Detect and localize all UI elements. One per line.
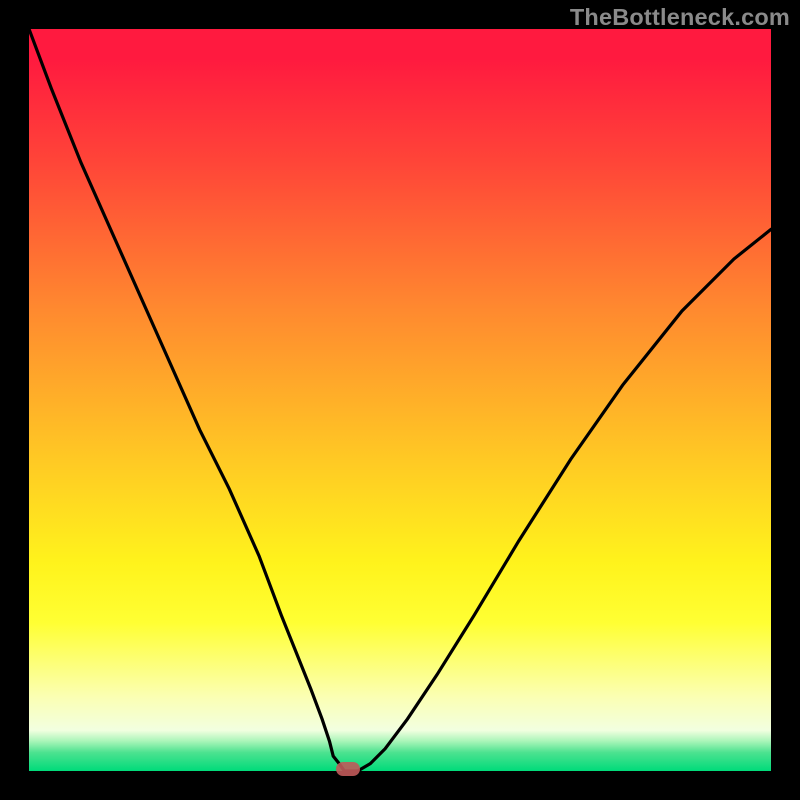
watermark-text: TheBottleneck.com <box>570 4 790 31</box>
optimum-marker <box>336 762 360 776</box>
chart-plot-area <box>29 29 771 771</box>
bottleneck-curve <box>29 29 771 771</box>
chart-frame: TheBottleneck.com <box>0 0 800 800</box>
